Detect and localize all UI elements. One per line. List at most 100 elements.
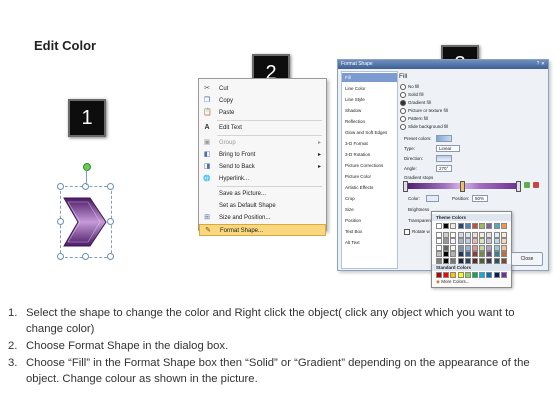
- color-swatch[interactable]: [493, 251, 500, 257]
- color-swatch[interactable]: [443, 223, 450, 229]
- color-swatch[interactable]: [464, 272, 471, 278]
- type-select[interactable]: Linear: [436, 145, 460, 152]
- color-swatch[interactable]: [450, 251, 457, 257]
- menu-item-set-default-shape[interactable]: Set as Default Shape: [199, 200, 326, 212]
- color-picker-button[interactable]: [426, 195, 439, 202]
- color-swatch[interactable]: [493, 272, 500, 278]
- category-size[interactable]: Size: [345, 205, 354, 214]
- radio-solid-fill[interactable]: Solid fill: [400, 92, 424, 98]
- radio-picture-fill[interactable]: Picture or texture fill: [400, 108, 448, 114]
- radio-gradient-fill[interactable]: Gradient fill: [400, 100, 431, 106]
- category-text-box[interactable]: Text Box: [345, 227, 362, 236]
- menu-item-send-to-back[interactable]: ◨ Send to Back ▸: [199, 161, 326, 173]
- category-artistic-effects[interactable]: Artistic Effects: [345, 183, 373, 192]
- category-3d-rotation[interactable]: 3-D Rotation: [345, 150, 370, 159]
- color-swatch[interactable]: [500, 238, 507, 244]
- color-swatch[interactable]: [457, 272, 464, 278]
- category-fill[interactable]: Fill: [342, 73, 397, 82]
- color-swatch[interactable]: [457, 251, 464, 257]
- color-swatch[interactable]: [486, 223, 493, 229]
- color-swatch[interactable]: [486, 272, 493, 278]
- color-swatch[interactable]: [443, 257, 450, 264]
- category-3d-format[interactable]: 3-D Format: [345, 139, 368, 148]
- color-swatch[interactable]: [493, 244, 500, 251]
- color-swatch[interactable]: [500, 223, 507, 229]
- color-swatch[interactable]: [436, 231, 442, 238]
- color-swatch[interactable]: [472, 251, 478, 257]
- color-swatch[interactable]: [500, 244, 507, 251]
- category-crop[interactable]: Crop: [345, 194, 355, 203]
- menu-item-format-shape[interactable]: ✎ Format Shape...: [199, 224, 326, 236]
- color-swatch[interactable]: [450, 238, 457, 244]
- color-swatch[interactable]: [436, 257, 442, 264]
- add-stop-icon[interactable]: [524, 182, 530, 188]
- color-swatch[interactable]: [457, 244, 464, 251]
- color-swatch[interactable]: [450, 272, 457, 278]
- radio-slide-background-fill[interactable]: Slide background fill: [400, 124, 448, 130]
- position-input[interactable]: 50%: [472, 195, 488, 202]
- color-swatch[interactable]: [472, 244, 478, 251]
- color-swatch[interactable]: [472, 231, 478, 238]
- color-swatch[interactable]: [493, 231, 500, 238]
- color-swatch[interactable]: [436, 223, 442, 229]
- color-swatch[interactable]: [486, 257, 493, 264]
- category-glow[interactable]: Glow and Soft Edges: [345, 128, 387, 137]
- color-swatch[interactable]: [493, 223, 500, 229]
- color-swatch[interactable]: [472, 223, 478, 229]
- category-reflection[interactable]: Reflection: [345, 117, 365, 126]
- menu-item-hyperlink[interactable]: 🌐 Hyperlink...: [199, 173, 326, 185]
- color-swatch[interactable]: [479, 257, 486, 264]
- color-swatch[interactable]: [500, 251, 507, 257]
- color-swatch[interactable]: [443, 244, 450, 251]
- category-position[interactable]: Position: [345, 216, 361, 225]
- color-swatch[interactable]: [479, 251, 486, 257]
- color-swatch[interactable]: [443, 272, 450, 278]
- color-swatch[interactable]: [479, 223, 486, 229]
- radio-pattern-fill[interactable]: Pattern fill: [400, 116, 428, 122]
- color-swatch[interactable]: [450, 244, 457, 251]
- color-swatch[interactable]: [464, 244, 471, 251]
- gradient-stop-handle[interactable]: [460, 181, 465, 192]
- category-shadow[interactable]: Shadow: [345, 106, 361, 115]
- color-swatch[interactable]: [436, 251, 442, 257]
- color-swatch[interactable]: [457, 223, 464, 229]
- menu-item-paste[interactable]: 📋 Paste: [199, 107, 326, 119]
- category-line-style[interactable]: Line Style: [345, 95, 365, 104]
- color-swatch[interactable]: [479, 238, 486, 244]
- color-swatch[interactable]: [472, 238, 478, 244]
- color-swatch[interactable]: [464, 231, 471, 238]
- color-swatch[interactable]: [472, 257, 478, 264]
- color-swatch[interactable]: [472, 272, 478, 278]
- angle-input[interactable]: 270°: [436, 165, 452, 172]
- color-swatch[interactable]: [443, 231, 450, 238]
- color-swatch[interactable]: [479, 244, 486, 251]
- color-swatch[interactable]: [436, 272, 442, 278]
- color-swatch[interactable]: [500, 231, 507, 238]
- color-swatch[interactable]: [443, 238, 450, 244]
- color-swatch[interactable]: [450, 231, 457, 238]
- color-swatch[interactable]: [493, 257, 500, 264]
- rotation-handle[interactable]: [83, 163, 91, 171]
- color-swatch[interactable]: [479, 272, 486, 278]
- gradient-stop-handle[interactable]: [403, 181, 408, 192]
- color-swatch[interactable]: [486, 244, 493, 251]
- menu-item-cut[interactable]: ✂ Cut: [199, 83, 326, 95]
- gradient-stop-handle[interactable]: [516, 181, 521, 192]
- category-alt-text[interactable]: Alt Text: [345, 238, 360, 247]
- color-swatch[interactable]: [500, 257, 507, 264]
- color-swatch[interactable]: [457, 257, 464, 264]
- color-swatch[interactable]: [464, 257, 471, 264]
- color-swatch[interactable]: [479, 231, 486, 238]
- rotate-with-shape-checkbox[interactable]: Rotate w: [404, 229, 430, 235]
- close-button[interactable]: Close: [511, 252, 543, 266]
- remove-stop-icon[interactable]: [533, 182, 539, 188]
- menu-item-copy[interactable]: ❐ Copy: [199, 95, 326, 107]
- color-swatch[interactable]: [450, 223, 457, 229]
- color-swatch[interactable]: [436, 238, 442, 244]
- chevron-arrow-shape[interactable]: [60, 186, 112, 258]
- menu-item-size-and-position[interactable]: ⊞ Size and Position...: [199, 212, 326, 224]
- color-swatch[interactable]: [464, 238, 471, 244]
- close-window-icon[interactable]: ? ✕: [537, 60, 545, 69]
- color-swatch[interactable]: [436, 244, 442, 251]
- color-swatch[interactable]: [493, 238, 500, 244]
